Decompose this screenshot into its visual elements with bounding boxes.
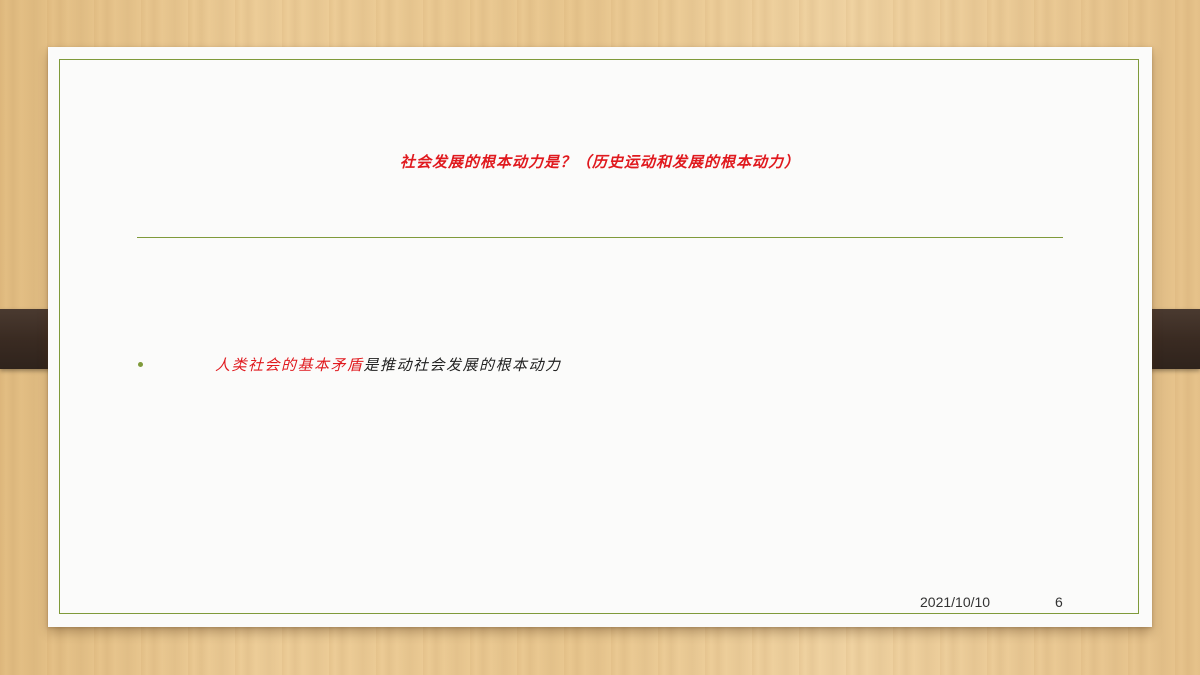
bullet-item: 人类社会的基本矛盾是推动社会发展的根本动力 xyxy=(215,354,562,375)
slide-frame-border xyxy=(59,59,1139,614)
footer-date: 2021/10/10 xyxy=(920,594,991,610)
bullet-body-text: 是推动社会发展的根本动力 xyxy=(363,356,562,374)
title-divider xyxy=(137,237,1063,238)
bullet-highlight-text: 人类社会的基本矛盾 xyxy=(215,356,364,374)
bullet-icon xyxy=(138,362,143,367)
slide-card xyxy=(48,47,1152,627)
footer-page-number: 6 xyxy=(1055,594,1063,610)
slide-title: 社会发展的根本动力是？（历史运动和发展的根本动力） xyxy=(399,153,800,171)
